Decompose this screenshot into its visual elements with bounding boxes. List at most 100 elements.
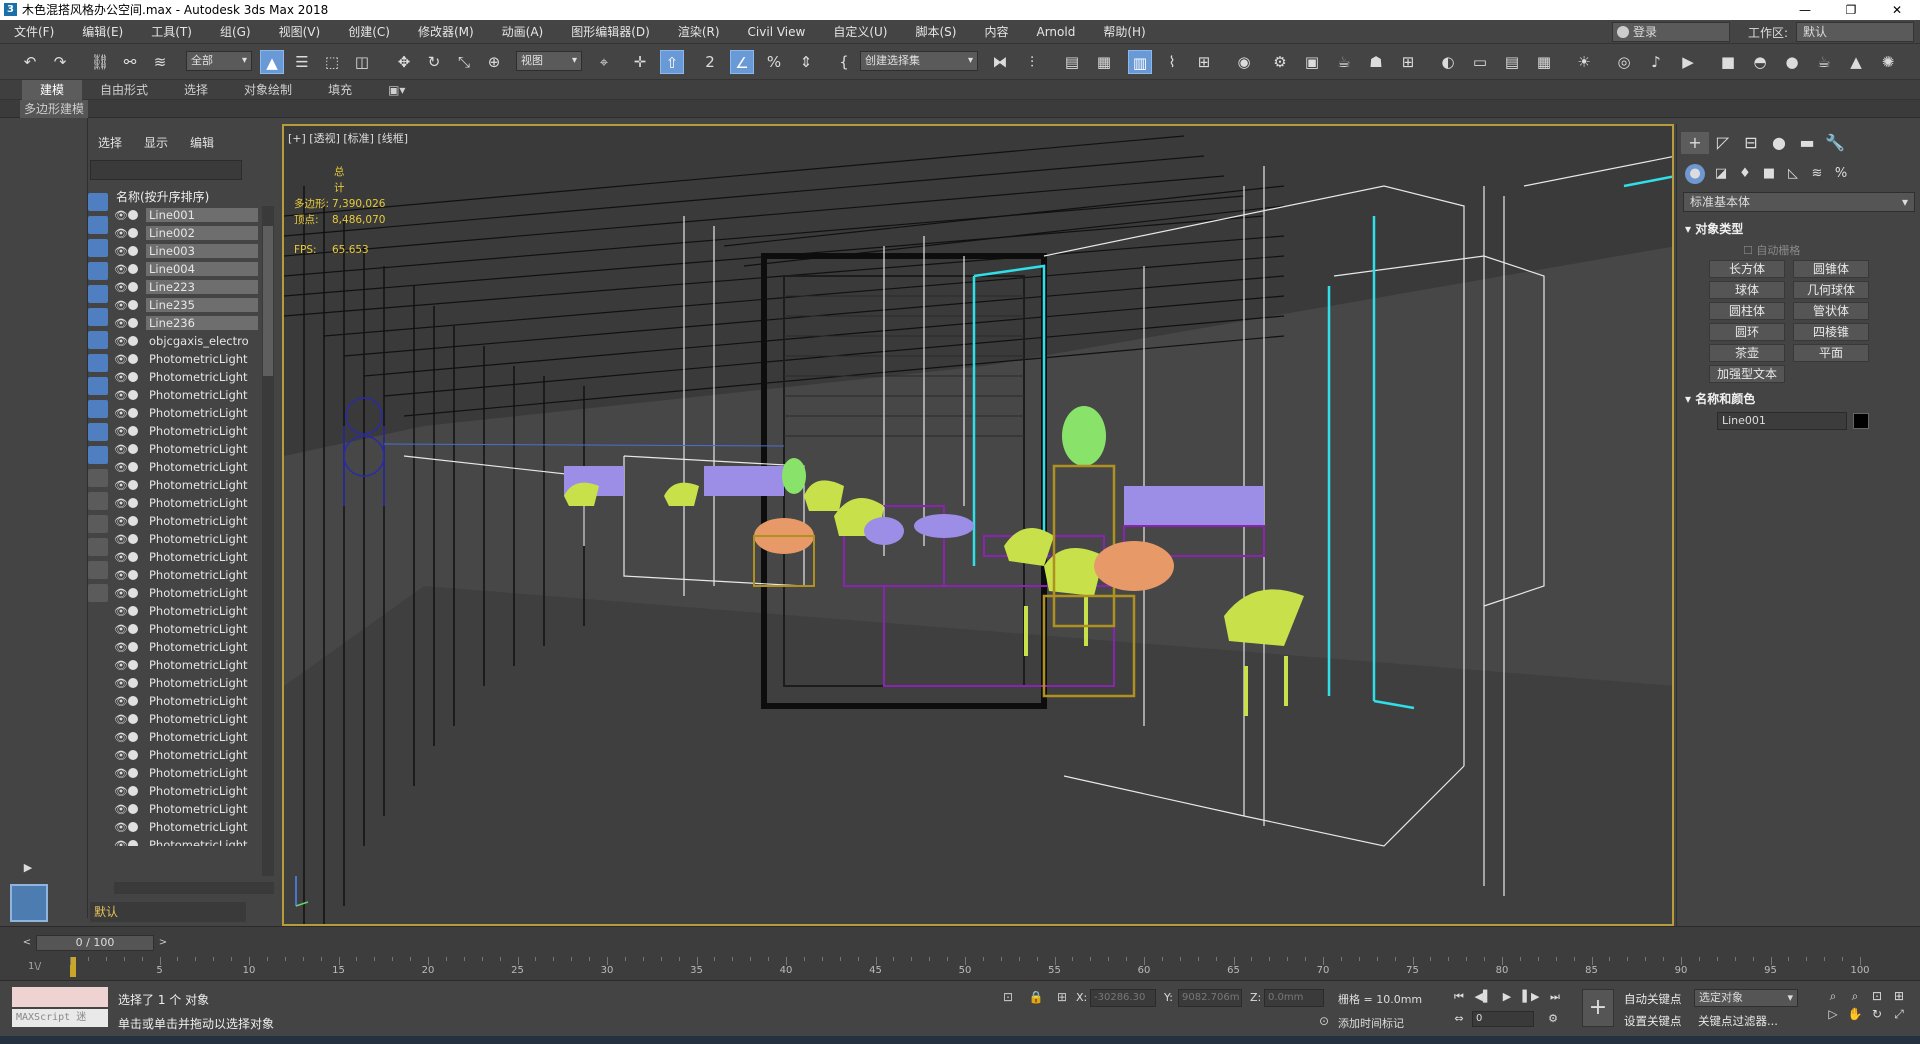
tab-object-paint[interactable]: 对象绘制 bbox=[226, 80, 310, 100]
teapot-icon[interactable]: ☕ bbox=[1812, 50, 1836, 74]
play-icon[interactable]: ▶ bbox=[1498, 989, 1516, 1005]
scene-object-row[interactable]: 👁 PhotometricLight bbox=[114, 386, 262, 404]
scene-object-row[interactable]: 👁 PhotometricLight bbox=[114, 818, 262, 836]
display-hidden-icon[interactable] bbox=[88, 446, 108, 464]
isolate-selection-icon[interactable]: ⊡ bbox=[1000, 989, 1016, 1005]
display-xrefs-icon[interactable] bbox=[88, 354, 108, 372]
scene-object-row[interactable]: 👁 PhotometricLight bbox=[114, 404, 262, 422]
visibility-eye-icon[interactable]: 👁 bbox=[114, 497, 128, 510]
render-shortcuts-icon[interactable]: ⊞ bbox=[1396, 50, 1420, 74]
primitive-category-dropdown[interactable]: 标准基本体 bbox=[1683, 192, 1915, 212]
scene-object-row[interactable]: 👁 PhotometricLight bbox=[114, 458, 262, 476]
visibility-eye-icon[interactable]: 👁 bbox=[114, 317, 128, 330]
visibility-eye-icon[interactable]: 👁 bbox=[114, 209, 128, 222]
visibility-eye-icon[interactable]: 👁 bbox=[114, 533, 128, 546]
lock-selection-icon[interactable]: 🔒 bbox=[1028, 989, 1044, 1005]
tab-modeling[interactable]: 建模 bbox=[22, 79, 83, 100]
scene-object-row[interactable]: 👁 PhotometricLight bbox=[114, 800, 262, 818]
visibility-eye-icon[interactable]: 👁 bbox=[114, 407, 128, 420]
absolute-mode-icon[interactable]: ⊞ bbox=[1054, 989, 1070, 1005]
box-primitive-icon[interactable]: ■ bbox=[1716, 50, 1740, 74]
visibility-eye-icon[interactable]: 👁 bbox=[114, 371, 128, 384]
scene-object-row[interactable]: 👁 PhotometricLight bbox=[114, 728, 262, 746]
zoom-extents-icon[interactable]: ⊡ bbox=[1866, 989, 1888, 1007]
hierarchy-tab-icon[interactable]: ⊟ bbox=[1737, 132, 1765, 154]
track-bar-icon[interactable]: 1\/ bbox=[28, 961, 41, 972]
scene-object-row[interactable]: 👁 Line223 bbox=[114, 278, 262, 296]
video-icon[interactable]: ▶ bbox=[1676, 50, 1700, 74]
visibility-eye-icon[interactable]: 👁 bbox=[114, 263, 128, 276]
motion-tab-icon[interactable]: ● bbox=[1765, 132, 1793, 154]
go-to-start-icon[interactable]: ⏮ bbox=[1450, 989, 1468, 1005]
rotate-icon[interactable]: ↻ bbox=[422, 50, 446, 74]
box-button[interactable]: 长方体 bbox=[1709, 260, 1785, 278]
current-frame-field[interactable]: 0 bbox=[1472, 1011, 1534, 1027]
workspace-dropdown[interactable]: 默认 bbox=[1796, 22, 1914, 42]
y-coord-field[interactable]: 9082.706m bbox=[1178, 989, 1242, 1007]
display-containers-icon[interactable] bbox=[88, 400, 108, 418]
menu-modifiers[interactable]: 修改器(M) bbox=[404, 23, 488, 40]
tube-button[interactable]: 管状体 bbox=[1793, 302, 1869, 320]
utilities-tab-icon[interactable]: 🔧 bbox=[1821, 132, 1849, 154]
cylinder-button[interactable]: 圆柱体 bbox=[1709, 302, 1785, 320]
layer-dropdown[interactable]: 默认 bbox=[90, 902, 246, 922]
scene-object-row[interactable]: 👁 PhotometricLight bbox=[114, 548, 262, 566]
scene-object-row[interactable]: 👁 Line002 bbox=[114, 224, 262, 242]
time-config-icon[interactable]: ⚙ bbox=[1544, 1011, 1562, 1027]
curve-editor-icon[interactable]: ⌇ bbox=[1160, 50, 1184, 74]
menu-customize[interactable]: 自定义(U) bbox=[819, 23, 901, 40]
edit-named-selections-icon[interactable]: { bbox=[832, 50, 856, 74]
visibility-eye-icon[interactable]: 👁 bbox=[114, 695, 128, 708]
rendered-frame-window-icon[interactable]: ▣ bbox=[1300, 50, 1324, 74]
visibility-eye-icon[interactable]: 👁 bbox=[114, 299, 128, 312]
tab-populate[interactable]: 填充 bbox=[310, 80, 370, 100]
visibility-eye-icon[interactable]: 👁 bbox=[114, 443, 128, 456]
scene-object-row[interactable]: 👁 PhotometricLight bbox=[114, 350, 262, 368]
select-manipulate-icon[interactable]: ✛ bbox=[628, 50, 652, 74]
speaker-icon[interactable]: ♪ bbox=[1644, 50, 1668, 74]
visibility-eye-icon[interactable]: 👁 bbox=[114, 803, 128, 816]
scene-object-row[interactable]: 👁 PhotometricLight bbox=[114, 476, 262, 494]
object-type-rollout[interactable]: 对象类型 bbox=[1685, 220, 1743, 237]
menu-tools[interactable]: 工具(T) bbox=[137, 23, 206, 40]
visibility-eye-icon[interactable]: 👁 bbox=[114, 785, 128, 798]
arnold-render-icon[interactable]: ◐ bbox=[1436, 50, 1460, 74]
menu-graph-editors[interactable]: 图形编辑器(D) bbox=[557, 23, 664, 40]
visibility-eye-icon[interactable]: 👁 bbox=[114, 461, 128, 474]
scene-object-row[interactable]: 👁 PhotometricLight bbox=[114, 368, 262, 386]
close-button[interactable]: ✕ bbox=[1874, 0, 1920, 20]
scene-object-row[interactable]: 👁 Line001 bbox=[114, 206, 262, 224]
maximize-viewport-icon[interactable]: ⤢ bbox=[1888, 1007, 1910, 1025]
minimize-button[interactable]: — bbox=[1782, 0, 1828, 20]
track-bar[interactable]: 5 10 15 20 25 30 35 40 45 50 55 60 65 70 75 80 85 90 95 100 bbox=[70, 957, 1890, 977]
material-editor-icon[interactable]: ◉ bbox=[1232, 50, 1256, 74]
zoom-extents-all-icon[interactable]: ⊞ bbox=[1888, 989, 1910, 1007]
menu-group[interactable]: 组(G) bbox=[206, 23, 265, 40]
visibility-eye-icon[interactable]: 👁 bbox=[114, 839, 128, 847]
scene-object-row[interactable]: 👁 PhotometricLight bbox=[114, 638, 262, 656]
display-space-warps-icon[interactable] bbox=[88, 308, 108, 326]
plane-button[interactable]: 平面 bbox=[1793, 344, 1869, 362]
dome-icon[interactable]: ◓ bbox=[1748, 50, 1772, 74]
percent-snap-icon[interactable]: % bbox=[762, 50, 786, 74]
scene-object-row[interactable]: 👁 PhotometricLight bbox=[114, 566, 262, 584]
select-by-name-icon[interactable]: ☰ bbox=[290, 50, 314, 74]
visibility-eye-icon[interactable]: 👁 bbox=[114, 731, 128, 744]
polygon-modeling-label[interactable]: 多边形建模 bbox=[20, 100, 89, 118]
redo-icon[interactable]: ↷ bbox=[48, 50, 72, 74]
viewport-label[interactable]: [+] [透视] [标准] [线框] bbox=[288, 130, 408, 146]
align-icon[interactable]: ⫶ bbox=[1020, 50, 1044, 74]
pyramid-button[interactable]: 四棱锥 bbox=[1793, 323, 1869, 341]
menu-edit[interactable]: 编辑(E) bbox=[68, 23, 137, 40]
perspective-viewport[interactable]: [+] [透视] [标准] [线框] 总计 多边形: 7,390,026 顶点: 8… bbox=[282, 124, 1674, 926]
visibility-eye-icon[interactable]: 👁 bbox=[114, 353, 128, 366]
scene-object-row[interactable]: 👁 PhotometricLight bbox=[114, 764, 262, 782]
pan-icon[interactable]: ✋ bbox=[1844, 1007, 1866, 1025]
table-icon[interactable]: ▤ bbox=[1500, 50, 1524, 74]
set-key-button[interactable]: 设置关键点 bbox=[1624, 1013, 1682, 1029]
prev-frame-arrow-icon[interactable]: < bbox=[20, 935, 34, 951]
scene-object-row[interactable]: 👁 PhotometricLight bbox=[114, 494, 262, 512]
scene-list-hscrollbar[interactable] bbox=[114, 882, 274, 894]
spinner-snap-icon[interactable]: ⇕ bbox=[794, 50, 818, 74]
scene-object-row[interactable]: 👁 Line235 bbox=[114, 296, 262, 314]
